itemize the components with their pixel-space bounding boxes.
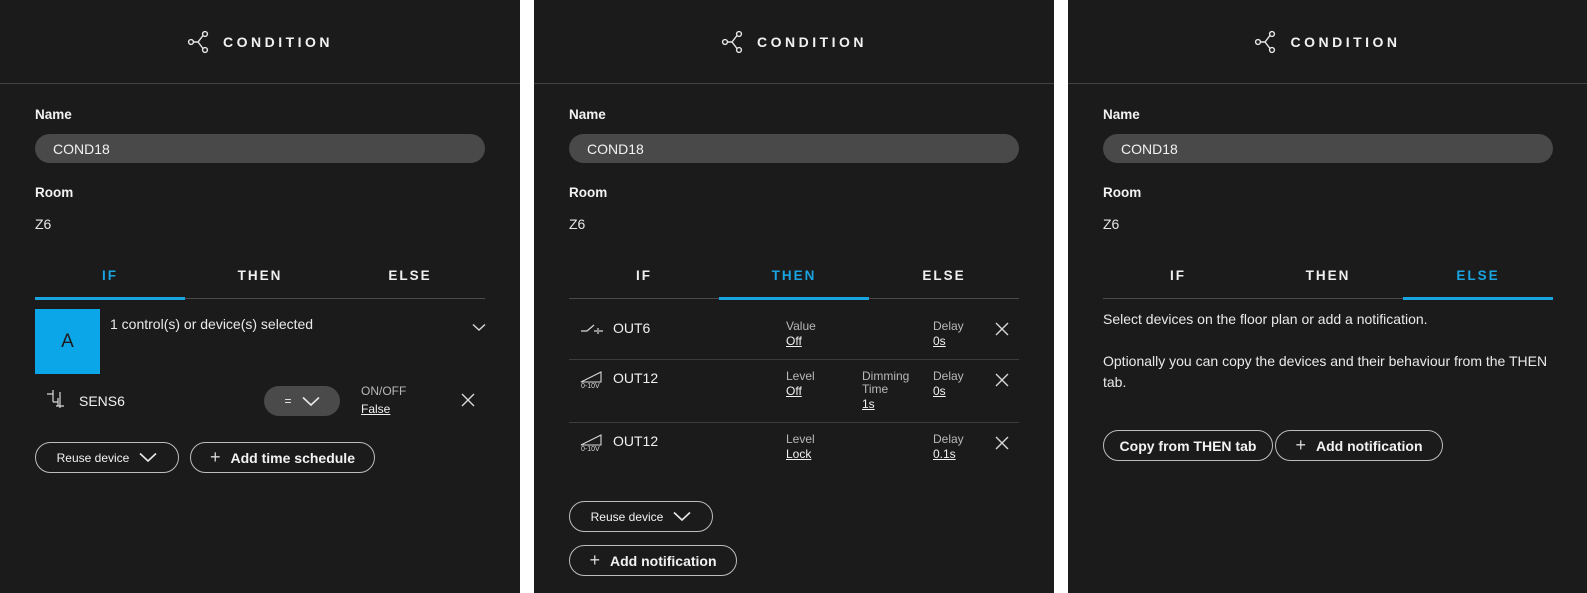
room-label: Room — [35, 185, 74, 200]
tab-else[interactable]: ELSE — [335, 263, 485, 298]
tab-bar: IF THEN ELSE — [1103, 263, 1553, 300]
chevron-down-icon — [139, 452, 157, 463]
param-value-link[interactable]: False — [361, 402, 390, 416]
plus-icon: + — [589, 550, 600, 570]
panel-title: CONDITION — [1290, 33, 1401, 50]
then-row-2-param-value[interactable]: Off — [786, 384, 802, 398]
add-notification-label: Add notification — [609, 552, 717, 569]
then-row-3-delay-label: Delay — [933, 432, 964, 446]
else-copy-hint-line-2: tab. — [1103, 374, 1127, 390]
then-row-1-param-value[interactable]: Off — [786, 334, 802, 348]
room-value: Z6 — [569, 216, 586, 232]
close-icon[interactable] — [995, 436, 1009, 450]
name-input[interactable] — [1103, 134, 1553, 163]
tab-then[interactable]: THEN — [1253, 263, 1403, 298]
dimmer-caption: 0-10V — [581, 383, 600, 390]
then-row-3-param-label: Level — [786, 432, 815, 446]
panel-header: CONDITION — [0, 0, 520, 84]
panel-title: CONDITION — [222, 33, 334, 50]
close-icon[interactable] — [461, 393, 475, 407]
chevron-down-icon[interactable] — [472, 323, 486, 332]
then-row-1-delay-label: Delay — [933, 319, 964, 333]
then-row-2-name: OUT12 — [613, 370, 659, 386]
add-time-schedule-button[interactable]: + Add time schedule — [190, 442, 375, 473]
chevron-down-icon — [673, 511, 691, 522]
else-hint-text: Select devices on the floor plan or add … — [1103, 311, 1428, 327]
tab-if[interactable]: IF — [569, 263, 719, 298]
device-name: SENS6 — [79, 393, 125, 409]
group-badge[interactable]: A — [35, 309, 100, 374]
then-row-2-param-label: Level — [786, 369, 815, 383]
room-label: Room — [1103, 185, 1142, 200]
tab-bar: IF THEN ELSE — [35, 263, 485, 300]
then-row-2-dimming-label-2: Time — [862, 382, 889, 396]
branch-icon — [187, 30, 209, 53]
row-divider — [569, 359, 1019, 360]
add-notification-button[interactable]: + Add notification — [1275, 430, 1443, 461]
copy-from-then-label: Copy from THEN tab — [1119, 437, 1257, 454]
panel-header: CONDITION — [1068, 0, 1587, 84]
then-row-2-delay-value[interactable]: 0s — [933, 384, 946, 398]
close-icon[interactable] — [995, 373, 1009, 387]
operator-select[interactable]: = — [264, 386, 340, 416]
room-value: Z6 — [1103, 216, 1120, 232]
plus-icon: + — [1295, 435, 1306, 455]
then-row-1-name: OUT6 — [613, 320, 651, 336]
then-row-2-dimming-value[interactable]: 1s — [862, 397, 875, 411]
copy-from-then-button[interactable]: Copy from THEN tab — [1103, 430, 1273, 461]
then-row-3-param-value[interactable]: Lock — [786, 447, 811, 461]
group-summary: 1 control(s) or device(s) selected — [110, 316, 314, 332]
tab-else[interactable]: ELSE — [1403, 263, 1553, 300]
panel-header: CONDITION — [534, 0, 1054, 84]
plus-icon: + — [210, 447, 221, 467]
dimmer-caption: 0-10V — [581, 446, 600, 453]
operator-value: = — [284, 394, 292, 408]
name-label: Name — [1103, 107, 1140, 122]
tab-if[interactable]: IF — [1103, 263, 1253, 298]
room-label: Room — [569, 185, 608, 200]
add-time-schedule-label: Add time schedule — [230, 449, 355, 466]
add-notification-label: Add notification — [1315, 437, 1423, 454]
panel-title: CONDITION — [756, 33, 868, 50]
row-divider — [569, 422, 1019, 423]
name-input[interactable] — [35, 134, 485, 163]
switch-icon — [581, 324, 603, 334]
then-row-3-delay-value[interactable]: 0.1s — [933, 447, 956, 461]
name-label: Name — [569, 107, 606, 122]
reuse-device-label: Reuse device — [590, 509, 664, 524]
else-copy-hint-line-1: Optionally you can copy the devices and … — [1103, 353, 1548, 369]
tab-bar: IF THEN ELSE — [569, 263, 1019, 300]
then-row-1-delay-value[interactable]: 0s — [933, 334, 946, 348]
then-row-3-name: OUT12 — [613, 433, 659, 449]
tab-then[interactable]: THEN — [185, 263, 335, 298]
sensor-icon — [47, 390, 64, 408]
close-icon[interactable] — [995, 322, 1009, 336]
tab-if[interactable]: IF — [35, 263, 185, 300]
param-label: ON/OFF — [361, 384, 407, 398]
add-notification-button[interactable]: + Add notification — [569, 545, 737, 576]
branch-icon — [721, 30, 743, 53]
then-row-1-param-label: Value — [786, 319, 816, 333]
then-row-2-dimming-label-1: Dimming — [862, 369, 910, 383]
dimmer-0-10v-icon — [580, 434, 602, 446]
name-label: Name — [35, 107, 72, 122]
branch-icon — [1255, 30, 1276, 53]
condition-panel-else: CONDITION Name Room Z6 IF THEN ELSE Sele… — [1068, 0, 1587, 593]
condition-panel-if: CONDITION Name Room Z6 IF THEN ELSE A 1 … — [0, 0, 520, 593]
then-row-2-delay-label: Delay — [933, 369, 964, 383]
tab-else[interactable]: ELSE — [869, 263, 1019, 298]
chevron-down-icon — [301, 396, 320, 406]
dimmer-0-10v-icon — [580, 371, 602, 383]
name-input[interactable] — [569, 134, 1019, 163]
reuse-device-button[interactable]: Reuse device — [35, 442, 179, 473]
screen: CONDITION Name Room Z6 IF THEN ELSE A 1 … — [0, 0, 1587, 593]
reuse-device-label: Reuse device — [56, 450, 130, 465]
tab-then[interactable]: THEN — [719, 263, 869, 300]
reuse-device-button[interactable]: Reuse device — [569, 501, 713, 532]
room-value: Z6 — [35, 216, 52, 232]
